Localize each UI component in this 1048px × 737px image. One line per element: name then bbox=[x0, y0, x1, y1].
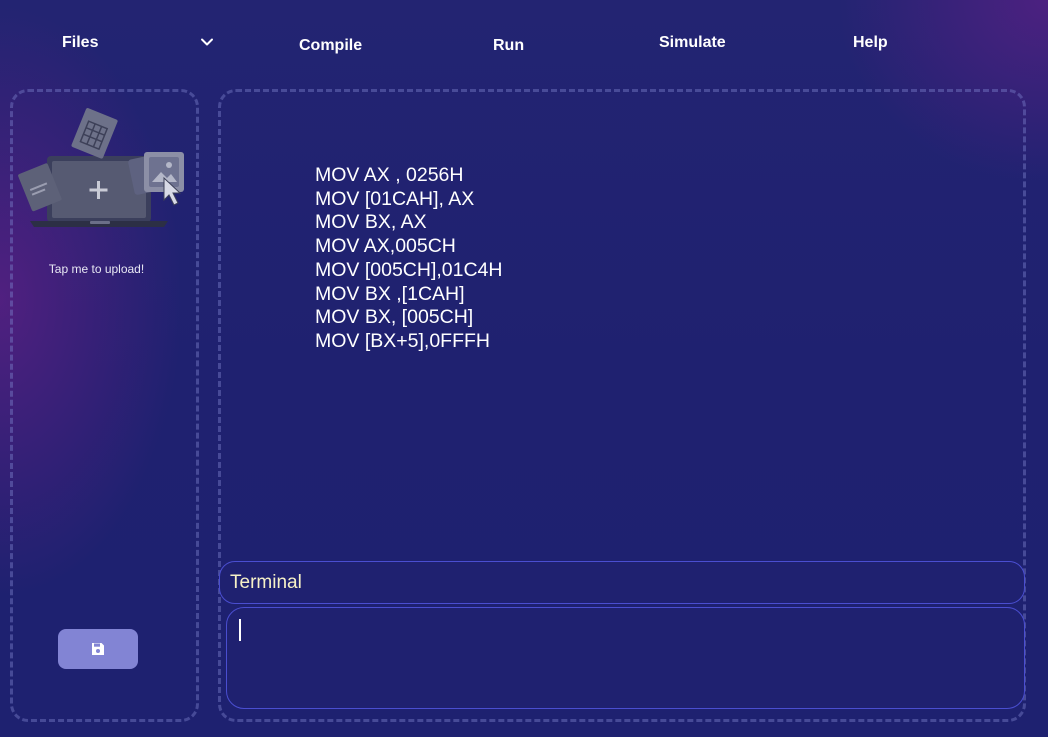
menu-compile[interactable]: Compile bbox=[299, 37, 362, 55]
floppy-disk-icon bbox=[92, 643, 104, 655]
code-line: MOV BX, AX bbox=[315, 211, 427, 234]
terminal-input[interactable] bbox=[226, 607, 1025, 709]
code-line: MOV BX, [005CH] bbox=[315, 306, 474, 329]
chevron-down-icon[interactable] bbox=[199, 34, 215, 50]
terminal-header: Terminal bbox=[219, 561, 1025, 604]
save-button[interactable] bbox=[58, 629, 138, 669]
code-line: MOV [005CH],01C4H bbox=[315, 258, 503, 281]
upload-label[interactable]: Tap me to upload! bbox=[10, 262, 183, 276]
code-editor[interactable]: MOV AX , 0256H MOV [01CAH], AX MOV BX, A… bbox=[315, 164, 915, 544]
upload-illustration-icon[interactable] bbox=[14, 108, 186, 232]
terminal-title: Terminal bbox=[230, 572, 302, 593]
code-line: MOV AX,005CH bbox=[315, 235, 456, 258]
text-caret bbox=[239, 619, 241, 641]
menu-simulate[interactable]: Simulate bbox=[659, 34, 726, 52]
menu-run[interactable]: Run bbox=[493, 37, 524, 55]
code-line: MOV [01CAH], AX bbox=[315, 187, 475, 210]
menu-files[interactable]: Files bbox=[62, 34, 98, 52]
code-line: MOV AX , 0256H bbox=[315, 164, 464, 186]
code-line: MOV [BX+5],0FFFH bbox=[315, 329, 490, 352]
code-line: MOV BX ,[1CAH] bbox=[315, 282, 465, 305]
menu-help[interactable]: Help bbox=[853, 34, 888, 52]
